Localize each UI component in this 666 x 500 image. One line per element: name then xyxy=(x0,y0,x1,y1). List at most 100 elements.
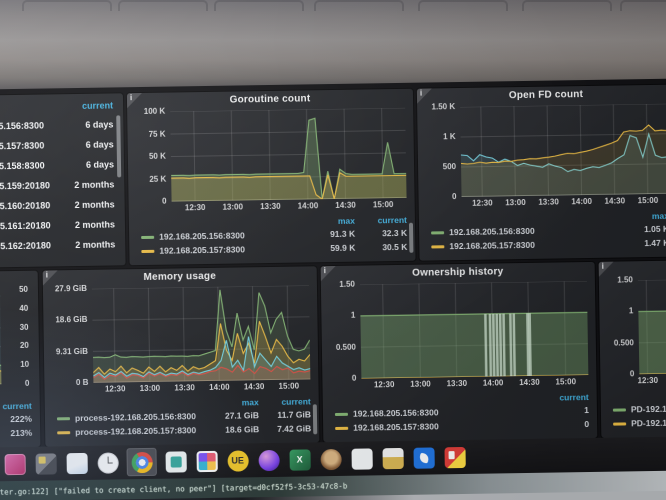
legend: maxcurrentprocess-192.168.205.156:830027… xyxy=(45,395,320,439)
y-axis: 1.50 K1 K5000 xyxy=(420,107,461,198)
monkey-icon[interactable] xyxy=(320,448,341,469)
series-color-dash xyxy=(141,235,154,238)
legend-column-header[interactable]: max xyxy=(617,211,666,222)
y-tick-label: 1 xyxy=(629,307,634,316)
y-tick-label: 500 xyxy=(443,162,456,171)
y-tick-label: 0.500 xyxy=(336,342,356,351)
x-tick-label: 12:30 xyxy=(105,384,126,393)
table-row[interactable]: 2.168.205.156:83006 days xyxy=(0,114,114,136)
panel-ownership-history: i Ownership history 1.5010.5000 12:3013:… xyxy=(321,262,598,442)
taskbar-slot xyxy=(318,445,342,473)
legend-item[interactable]: 192.168.205.157:83000 xyxy=(335,417,589,435)
series-color-dash xyxy=(613,408,626,411)
legend-column-header[interactable]: current xyxy=(537,392,589,403)
y-tick-label: 1.50 xyxy=(617,275,633,284)
open-fd-chart-canvas[interactable] xyxy=(460,104,666,197)
table-row[interactable]: 2.168.205.162:201802 months xyxy=(0,234,115,256)
goroutine-chart-canvas[interactable] xyxy=(170,108,406,202)
table-cell-uptime: 2 months xyxy=(53,199,115,210)
table-row[interactable]: 2.168.205.158:83006 days xyxy=(0,154,114,176)
uptime-table: current 2.168.205.156:83006 days2.168.20… xyxy=(0,93,125,257)
clock-icon[interactable] xyxy=(97,452,118,473)
y-axis: 1.5010.5000 xyxy=(324,285,361,380)
legend: PD-192.1PD-192.16 xyxy=(601,389,666,431)
legend-column-header[interactable]: current xyxy=(355,215,407,226)
x-tick-label: 14:30 xyxy=(519,378,540,387)
blurred-window-edge xyxy=(118,0,208,11)
notes-icon[interactable] xyxy=(66,452,87,473)
legend-column-header[interactable]: current xyxy=(0,401,32,412)
x-tick-label: 13:00 xyxy=(140,384,161,393)
x-tick-label: 13:00 xyxy=(505,198,526,207)
blue-phone-icon[interactable] xyxy=(413,447,434,468)
y-tick-label: 27.9 GiB xyxy=(55,284,87,294)
x-tick-label: 15:00 xyxy=(638,196,659,205)
legend-column-header[interactable]: max xyxy=(303,216,355,227)
taskbar-slot xyxy=(64,449,88,477)
legend-value: 18.6 GiB xyxy=(207,424,259,435)
media-app-icon[interactable] xyxy=(444,446,465,467)
photos-icon[interactable] xyxy=(196,450,217,471)
series-name: 192.168.205.157:8300 xyxy=(353,421,439,432)
column-header-current[interactable]: current xyxy=(51,100,113,111)
x-tick-label: 14:00 xyxy=(209,383,230,392)
y-tick-label: 0.500 xyxy=(614,338,634,347)
pink-app-icon[interactable] xyxy=(4,453,25,474)
table-cell-endpoint: 2.168.205.161:20180 xyxy=(0,220,53,231)
legend-item[interactable]: PD-192.1 xyxy=(613,401,666,417)
series-name: 192.168.205.156:8300 xyxy=(159,230,245,241)
legend-item[interactable]: 2%213% xyxy=(0,426,32,443)
legend-header-row xyxy=(613,389,666,403)
series-name: 192.168.205.156:8300 xyxy=(449,226,535,237)
blurred-window-edge xyxy=(214,0,304,11)
y-tick-label: 0 xyxy=(352,374,357,383)
legend-item[interactable]: PD-192.16 xyxy=(613,415,666,431)
teal-app-icon[interactable] xyxy=(165,451,186,472)
y-tick-label: 1.50 xyxy=(339,280,355,289)
taskbar-slot xyxy=(411,443,435,471)
table-cell-uptime: 6 days xyxy=(52,159,114,170)
x-tick-label: 12:30 xyxy=(472,198,493,207)
x-axis: 12:3013:0013:3014:0014:3015:00 xyxy=(172,199,407,216)
y-tick-label: 1 xyxy=(351,311,356,320)
table-cell-endpoint: 2.168.205.156:8300 xyxy=(0,120,51,131)
legend-column-header[interactable]: max xyxy=(207,397,259,408)
legend-item[interactable]: 192.168.205.157:83001.47 K xyxy=(431,236,666,254)
pd-chart-canvas[interactable] xyxy=(638,279,666,374)
table-row[interactable]: 2.168.205.157:83006 days xyxy=(0,134,114,156)
memory-chart-canvas[interactable] xyxy=(92,285,310,382)
legend-value: 91.3 K xyxy=(303,229,355,240)
folder-icon[interactable] xyxy=(382,447,403,468)
series-color-dash xyxy=(613,422,626,425)
series-color-dash xyxy=(335,412,348,415)
taskbar-slot xyxy=(33,449,57,477)
screen: current 2.168.205.156:83006 days2.168.20… xyxy=(0,79,666,500)
legend-value: 32.3 K xyxy=(355,228,407,239)
chrome-icon[interactable] xyxy=(131,451,152,472)
legend: current192.168.205.156:83001192.168.205.… xyxy=(323,391,598,435)
y-axis: 50403020100 xyxy=(0,290,31,384)
legend-value: 1.05 K xyxy=(617,224,666,235)
y-tick-label: 0 xyxy=(162,197,167,206)
purple-sphere-icon[interactable] xyxy=(258,449,279,470)
ultraedit-icon[interactable]: UE xyxy=(227,450,248,471)
table-row[interactable]: 2.168.205.159:201802 months xyxy=(0,174,114,196)
x-tick-label: 13:30 xyxy=(174,383,195,392)
legend-column-header[interactable]: current xyxy=(259,396,311,407)
scrollbar-thumb[interactable] xyxy=(409,223,413,253)
legend-item[interactable]: process-192.168.205.157:830018.6 GiB7.42… xyxy=(57,421,311,439)
y-tick-label: 0 xyxy=(452,192,457,201)
y-tick-label: 9.31 GiB xyxy=(56,347,88,357)
ownership-chart-canvas[interactable] xyxy=(360,281,588,379)
table-row[interactable]: 2.168.205.160:201802 months xyxy=(0,194,115,216)
white-doc-icon[interactable] xyxy=(351,448,372,469)
scrollbar-thumb[interactable] xyxy=(313,404,317,434)
table-row[interactable]: 2.168.205.161:201802 months xyxy=(0,214,115,236)
excel-icon[interactable]: X xyxy=(289,449,310,470)
series-name: 192.168.205.157:8300 xyxy=(159,244,245,255)
table-cell-endpoint: 2.168.205.157:8300 xyxy=(0,140,52,151)
table-cell-endpoint: 2.168.205.160:20180 xyxy=(0,200,53,211)
legend-item[interactable]: 192.168.205.157:830059.9 K30.5 K xyxy=(141,240,407,258)
panel-cpu-partial: 50403020100 5:00 maxcurrent8%222%2%213% xyxy=(0,271,40,450)
toolbox-icon[interactable] xyxy=(35,453,56,474)
